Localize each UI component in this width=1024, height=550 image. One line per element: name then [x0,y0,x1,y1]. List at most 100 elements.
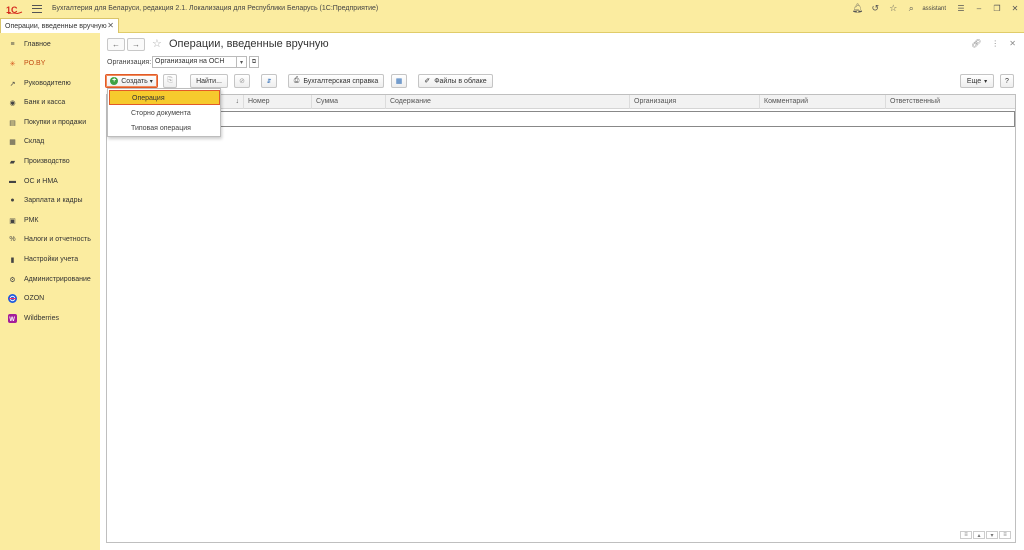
report-icon: ▦ [395,78,403,85]
help-button[interactable]: ? [1000,74,1014,88]
sidebar-item-label: Банк и касса [24,99,66,106]
sidebar-item-wildberries[interactable]: W Wildberries [0,309,100,328]
cancel-search-icon: ⊘ [239,78,245,85]
sidebar-item-label: ОС и НМА [24,178,58,185]
title-bar: 1С Бухгалтерия для Беларуси, редакция 2.… [0,0,1024,17]
chevron-down-icon: ▾ [149,78,153,85]
sidebar-item-label: Wildberries [24,315,60,322]
scroll-up-icon[interactable]: ▴ [973,531,985,539]
org-label: Организация: [107,59,152,66]
column-number[interactable]: Номер [243,95,311,109]
column-organization[interactable]: Организация [629,95,759,109]
sidebar-item-manager[interactable]: ↗ Руководителю [0,74,100,93]
sidebar-item-assets[interactable]: ▬ ОС и НМА [0,172,100,191]
person-icon: ● [10,197,15,204]
sidebar-item-label: Покупки и продажи [24,119,87,126]
sidebar-item-poby[interactable]: ✳ PO.BY [0,54,100,73]
sidebar-item-production[interactable]: ▰ Производство [0,152,100,171]
column-content[interactable]: Содержание [385,95,629,109]
create-dropdown-menu: Операция Сторно документа Типовая операц… [107,88,221,137]
scroll-top-icon[interactable]: ≡ [960,531,972,539]
tab-manual-operations[interactable]: Операции, введенные вручную ✕ [0,18,119,33]
ozon-icon [8,294,17,303]
menu-item-storno[interactable]: Сторно документа [109,106,220,121]
close-window-icon[interactable]: ✕ [1006,0,1024,17]
sort-button[interactable]: ⇵ [261,74,277,88]
menu-item-operation[interactable]: Операция [109,90,220,105]
sidebar-item-main[interactable]: ≡ Главное [0,35,100,54]
org-field[interactable]: Организация на ОСН [152,56,237,68]
sidebar-item-rmk[interactable]: ▣ РМК [0,211,100,230]
sidebar-item-settings[interactable]: ▮ Настройки учета [0,250,100,269]
tab-label: Операции, введенные вручную [5,22,107,30]
percent-icon: % [9,236,16,243]
arrow-left-icon: ← [112,40,120,49]
column-sum[interactable]: Сумма [311,95,385,109]
sidebar-item-label: РМК [24,217,39,224]
tab-close-icon[interactable]: ✕ [107,21,114,30]
bell-icon[interactable]: 🔔︎ [848,0,866,17]
main-content: ← → ☆ Операции, введенные вручную 🔗︎ ⋮ ✕… [100,33,1024,550]
restore-icon[interactable]: ❐ [988,0,1006,17]
column-comment[interactable]: Комментарий [759,95,885,109]
sidebar-item-salary[interactable]: ● Зарплата и кадры [0,191,100,210]
close-form-icon[interactable]: ✕ [1009,39,1016,48]
chevron-down-icon: ▾ [984,78,988,85]
operations-table[interactable]: ↓ Номер Сумма Содержание Организация Ком… [106,94,1016,543]
page-title: Операции, введенные вручную [169,38,329,50]
cloud-files-label: Файлы в облаке [434,77,487,85]
column-responsible[interactable]: Ответственный [885,95,1015,109]
favorite-star-icon[interactable]: ☆ [152,37,162,50]
more-vertical-icon[interactable]: ⋮ [991,39,999,48]
org-open-button[interactable]: ⧉ [249,56,259,68]
sidebar-item-label: Склад [24,138,45,145]
menu-icon: ≡ [10,41,15,48]
table-navigation: ≡ ▴ ▾ ≡ [960,531,1011,539]
scroll-bottom-icon[interactable]: ≡ [999,531,1011,539]
sidebar-item-taxes[interactable]: % Налоги и отчетность [0,230,100,249]
factory-icon: ▰ [9,158,16,166]
forward-button[interactable]: → [127,38,145,51]
sidebar-item-purchases[interactable]: ▤ Покупки и продажи [0,113,100,132]
truck-icon: ▬ [9,178,16,185]
create-button[interactable]: + Создать ▾ [105,74,158,88]
sidebar: ≡ Главное ✳ PO.BY ↗ Руководителю ◉ Банк … [0,33,100,550]
table-row[interactable] [107,111,1015,127]
minimize-icon[interactable]: – [970,0,988,17]
find-button[interactable]: Найти... [190,74,228,88]
table-header: ↓ Номер Сумма Содержание Организация Ком… [107,95,1015,109]
svg-text:1С: 1С [6,5,18,14]
copy-icon: ⎘ [167,77,173,84]
history-icon[interactable]: ↺ [866,0,884,17]
sidebar-item-admin[interactable]: ⚙ Администрирование [0,270,100,289]
menu-item-typical-operation[interactable]: Типовая операция [109,121,220,136]
org-dropdown-button[interactable]: ▾ [237,56,247,68]
main-menu-icon[interactable] [32,4,42,13]
report-button[interactable]: ▦ [391,74,407,88]
cancel-search-button[interactable]: ⊘ [234,74,250,88]
plus-icon: + [110,77,119,85]
register-icon: ▣ [9,217,16,225]
sidebar-item-warehouse[interactable]: ▦ Склад [0,132,100,151]
sidebar-item-label: OZON [24,295,45,302]
paperclip-icon: ✐ [424,78,431,85]
user-name[interactable]: assistant [922,6,946,12]
cloud-files-button[interactable]: ✐ Файлы в облаке [418,74,493,88]
sidebar-item-bank[interactable]: ◉ Банк и касса [0,93,100,112]
warehouse-icon: ▦ [9,138,16,146]
sidebar-item-ozon[interactable]: OZON [0,289,100,308]
link-icon[interactable]: 🔗︎ [971,39,981,48]
spravka-button[interactable]: ⎙ Бухгалтерская справка [288,74,384,88]
settings-menu-icon[interactable]: ☰ [952,0,970,17]
sidebar-item-label: Главное [24,41,51,48]
bank-icon: ◉ [9,99,16,107]
snowflake-icon: ✳ [9,60,16,68]
copy-button[interactable]: ⎘ [163,74,177,88]
open-icon: ⧉ [251,58,257,65]
more-button[interactable]: Еще ▾ [960,74,994,88]
scroll-down-icon[interactable]: ▾ [986,531,998,539]
search-icon[interactable]: ⌕ [902,0,920,17]
create-label: Создать [121,77,148,85]
back-button[interactable]: ← [107,38,125,51]
favorites-star-icon[interactable]: ☆ [884,0,902,17]
